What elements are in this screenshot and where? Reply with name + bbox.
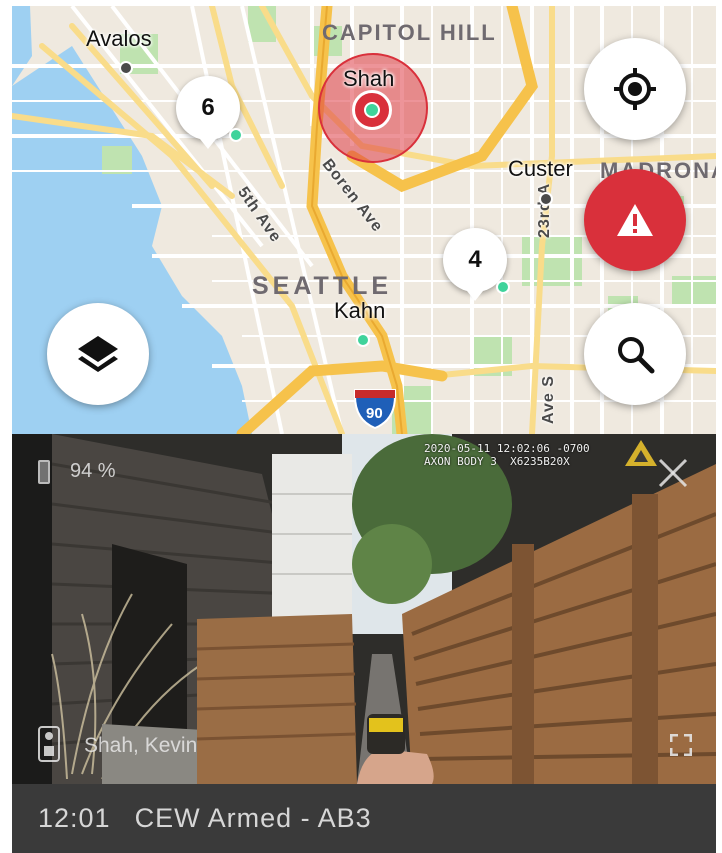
officer-marker-custer[interactable] (539, 192, 553, 206)
emergency-alert-button[interactable] (584, 169, 686, 271)
cluster-count: 6 (201, 94, 215, 121)
street-label-ave-s: Ave S (540, 375, 557, 424)
event-description: CEW Armed - AB3 (134, 803, 372, 833)
body-camera-video-feed[interactable]: 94 % 2020-05-11 12:02:06 -0700 AXON BODY… (12, 434, 716, 784)
officer-marker-shah-selected[interactable] (352, 90, 392, 130)
highway-shield-number: 90 (366, 405, 383, 422)
map-view[interactable]: 90 CAPITOL HILL SEATTLE MADRONA 5th Ave … (12, 6, 716, 434)
map-layers-button[interactable] (47, 303, 149, 405)
officer-label-kahn[interactable]: Kahn (334, 298, 385, 324)
officer-marker-kahn[interactable] (356, 333, 370, 347)
cluster-count: 4 (468, 246, 482, 273)
body-camera-icon (38, 726, 60, 762)
locate-me-button[interactable] (584, 38, 686, 140)
officer-marker-avalos[interactable] (119, 61, 133, 75)
officer-label-avalos[interactable]: Avalos (86, 26, 152, 52)
district-label-seattle: SEATTLE (252, 272, 393, 300)
event-time: 12:01 (38, 803, 111, 833)
officer-label-custer[interactable]: Custer (508, 156, 573, 182)
warning-triangle-icon (617, 204, 653, 236)
video-timestamp: 2020-05-11 12:02:06 -0700 (424, 442, 590, 455)
close-icon[interactable] (656, 456, 690, 490)
fullscreen-icon[interactable] (670, 734, 692, 756)
battery-level: 94 % (70, 460, 116, 482)
district-label-capitol-hill: CAPITOL HILL (322, 20, 497, 45)
axon-logo-icon (625, 440, 657, 466)
search-icon (618, 337, 655, 374)
cluster-active-dot (496, 280, 510, 294)
cluster-active-dot (229, 128, 243, 142)
layers-icon (78, 336, 118, 372)
crosshair-icon (614, 68, 656, 110)
video-frame (12, 434, 716, 784)
event-status-bar[interactable]: 12:01 CEW Armed - AB3 (12, 784, 716, 853)
battery-icon (38, 460, 50, 484)
search-button[interactable] (584, 303, 686, 405)
video-device-id: AXON BODY 3 X6235B20X (424, 455, 570, 468)
camera-officer-name: Shah, Kevin (84, 734, 198, 757)
officer-label-shah[interactable]: Shah (343, 66, 394, 92)
